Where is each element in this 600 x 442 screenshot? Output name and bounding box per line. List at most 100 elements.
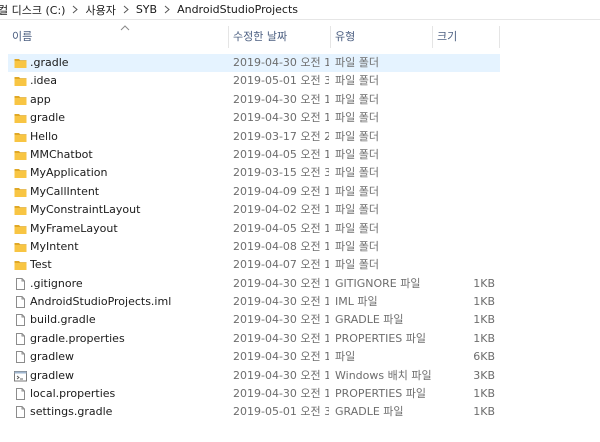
file-type: 파일 폴더 xyxy=(335,239,379,253)
folder-icon xyxy=(14,112,27,124)
breadcrumb-current-folder[interactable]: AndroidStudioProjects xyxy=(175,3,300,16)
file-type: PROPERTIES 파일 xyxy=(335,331,426,345)
file-row[interactable]: MyFrameLayout 2019-04-05 오전 1... 파일 폴더 xyxy=(8,220,500,238)
file-row[interactable]: MyApplication 2019-03-15 오전 3... 파일 폴더 xyxy=(8,164,500,182)
file-date: 2019-04-30 오전 1... xyxy=(233,295,329,309)
file-date: 2019-04-08 오전 1... xyxy=(233,239,329,253)
file-row[interactable]: build.gradle 2019-04-30 오전 1... GRADLE 파일 1… xyxy=(8,311,500,329)
column-header-name[interactable]: 이름 xyxy=(8,26,228,48)
file-type: GRADLE 파일 xyxy=(335,405,404,419)
file-name: MMChatbot xyxy=(30,147,93,161)
file-row[interactable]: MyConstraintLayout 2019-04-02 오전 1... 파일 폴… xyxy=(8,201,500,219)
file-name: gradle xyxy=(30,111,66,125)
file-name: app xyxy=(30,92,51,106)
file-type: 파일 폴더 xyxy=(335,56,379,69)
file-date: 2019-05-01 오전 3... xyxy=(233,74,329,88)
file-row[interactable]: MyCallIntent 2019-04-09 오전 1... 파일 폴더 xyxy=(8,183,500,201)
folder-icon xyxy=(14,94,27,106)
file-type: 파일 폴더 xyxy=(335,258,379,272)
file-row[interactable]: settings.gradle 2019-05-01 오전 3... GRADLE … xyxy=(8,403,500,421)
file-row[interactable]: .idea 2019-05-01 오전 3... 파일 폴더 xyxy=(8,72,500,90)
batch-file-icon xyxy=(14,370,27,382)
file-date: 2019-04-30 오전 1... xyxy=(233,313,329,327)
file-icon xyxy=(14,277,27,290)
file-icon xyxy=(14,351,27,364)
file-date: 2019-04-30 오전 1... xyxy=(233,56,329,69)
file-date: 2019-04-30 오전 1... xyxy=(233,276,329,290)
folder-icon xyxy=(14,131,27,143)
file-type: PROPERTIES 파일 xyxy=(335,387,426,401)
file-date: 2019-04-07 오전 1... xyxy=(233,258,329,272)
file-row[interactable]: gradle 2019-04-30 오전 1... 파일 폴더 xyxy=(8,109,500,127)
file-list: .gradle 2019-04-30 오전 1... 파일 폴더 .idea 2019-… xyxy=(8,54,500,422)
file-row[interactable]: .gradle 2019-04-30 오전 1... 파일 폴더 xyxy=(8,54,500,73)
chevron-right-icon[interactable] xyxy=(118,5,134,14)
file-row[interactable]: MyIntent 2019-04-08 오전 1... 파일 폴더 xyxy=(8,238,500,256)
breadcrumb-users[interactable]: 사용자 xyxy=(83,2,117,18)
file-size: 1KB xyxy=(473,387,495,401)
folder-icon xyxy=(14,186,27,198)
chevron-right-icon[interactable] xyxy=(159,5,175,14)
file-icon xyxy=(14,332,27,345)
file-row[interactable]: app 2019-04-30 오전 1... 파일 폴더 xyxy=(8,91,500,109)
column-header-size[interactable]: 크기 xyxy=(433,26,500,48)
file-type: IML 파일 xyxy=(335,295,378,309)
folder-icon xyxy=(14,149,27,161)
folder-icon xyxy=(14,204,27,216)
file-row[interactable]: local.properties 2019-04-30 오전 1... PROPER… xyxy=(8,385,500,403)
file-name: MyFrameLayout xyxy=(30,221,118,235)
file-name: .gitignore xyxy=(30,276,83,290)
file-date: 2019-04-30 오전 1... xyxy=(233,350,329,364)
file-row[interactable]: gradlew 2019-04-30 오전 1... 파일 6KB xyxy=(8,348,500,366)
file-type: 파일 폴더 xyxy=(335,74,379,88)
file-size: 1KB xyxy=(473,313,495,327)
file-row[interactable]: gradlew 2019-04-30 오전 1... Windows 배치 파일 3K… xyxy=(8,367,500,385)
column-header-row: 이름 수정한 날짜 유형 크기 xyxy=(8,25,500,48)
column-resize-handle[interactable] xyxy=(499,26,500,48)
file-name: Test xyxy=(30,258,52,272)
folder-icon xyxy=(14,75,27,87)
file-size: 1KB xyxy=(473,295,495,309)
file-icon xyxy=(14,388,27,401)
file-name: gradle.properties xyxy=(30,331,125,345)
file-name: Hello xyxy=(30,129,58,143)
file-type: Windows 배치 파일 xyxy=(335,368,432,382)
file-size: 6KB xyxy=(473,350,495,364)
breadcrumb-user-folder[interactable]: SYB xyxy=(134,3,159,16)
file-name: .gradle xyxy=(30,56,69,69)
file-row[interactable]: AndroidStudioProjects.iml 2019-04-30 오전 1… xyxy=(8,293,500,311)
file-row[interactable]: Hello 2019-03-17 오전 2... 파일 폴더 xyxy=(8,128,500,146)
file-date: 2019-04-09 오전 1... xyxy=(233,184,329,198)
file-date: 2019-03-15 오전 3... xyxy=(233,166,329,180)
breadcrumb-local-disk[interactable]: 컬 디스크 (C:) xyxy=(0,2,67,18)
folder-icon xyxy=(14,241,27,253)
file-name: build.gradle xyxy=(30,313,96,327)
file-name: MyIntent xyxy=(30,239,79,253)
file-row[interactable]: gradle.properties 2019-04-30 오전 1... PROPE… xyxy=(8,330,500,348)
file-size: 1KB xyxy=(473,276,495,290)
file-date: 2019-04-30 오전 1... xyxy=(233,368,329,382)
chevron-right-icon[interactable] xyxy=(67,5,83,14)
file-name: settings.gradle xyxy=(30,405,113,419)
file-size: 3KB xyxy=(473,368,495,382)
file-type: 파일 폴더 xyxy=(335,111,379,125)
file-type: 파일 폴더 xyxy=(335,92,379,106)
file-type: 파일 폴더 xyxy=(335,147,379,161)
folder-icon xyxy=(14,259,27,271)
column-header-type[interactable]: 유형 xyxy=(331,26,432,48)
file-row[interactable]: .gitignore 2019-04-30 오전 1... GITIGNORE 파일… xyxy=(8,275,500,293)
file-row[interactable]: Test 2019-04-07 오전 1... 파일 폴더 xyxy=(8,256,500,274)
column-header-date[interactable]: 수정한 날짜 xyxy=(229,26,330,48)
address-breadcrumb[interactable]: 컬 디스크 (C:) 사용자 SYB AndroidStudioProjects xyxy=(0,0,600,20)
file-type: 파일 폴더 xyxy=(335,166,379,180)
file-name: .idea xyxy=(30,74,58,88)
file-row[interactable]: MMChatbot 2019-04-05 오전 1... 파일 폴더 xyxy=(8,146,500,164)
file-date: 2019-04-30 오전 1... xyxy=(233,92,329,106)
file-type: GRADLE 파일 xyxy=(335,313,404,327)
file-size: 1KB xyxy=(473,331,495,345)
folder-icon xyxy=(14,57,27,69)
file-name: gradlew xyxy=(30,350,75,364)
file-name: MyApplication xyxy=(30,166,108,180)
file-type: 파일 폴더 xyxy=(335,129,379,143)
file-type: GITIGNORE 파일 xyxy=(335,276,421,290)
